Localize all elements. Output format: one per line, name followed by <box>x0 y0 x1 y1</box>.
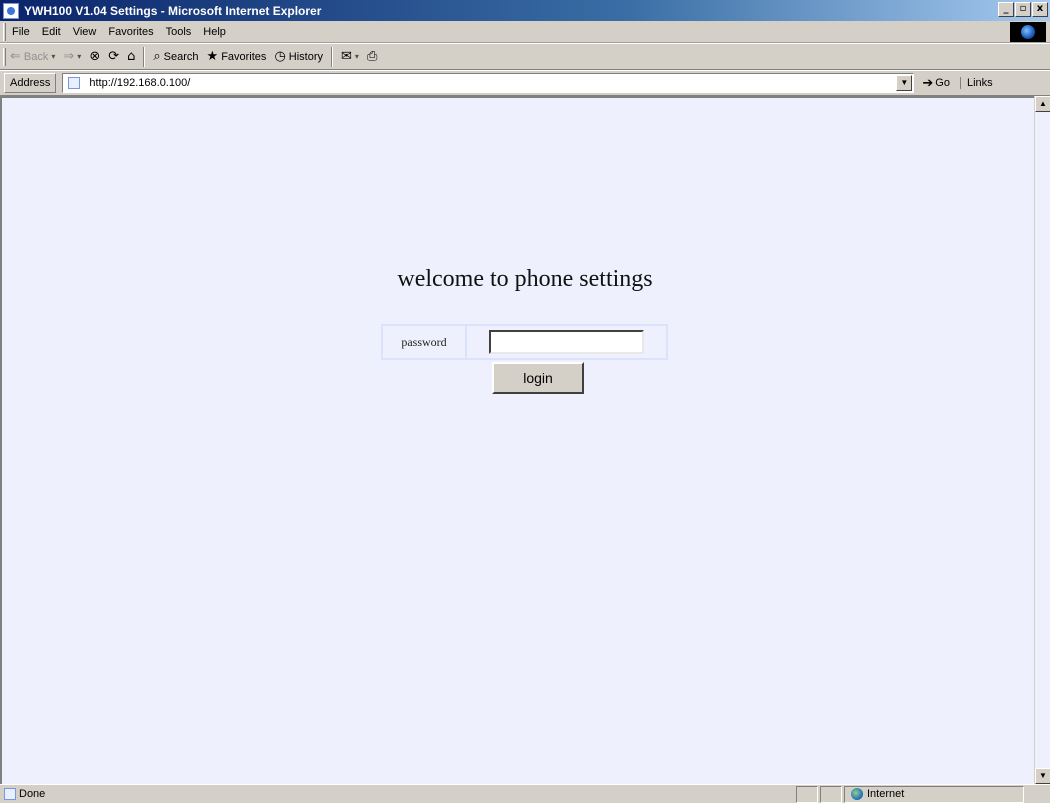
ie-globe-icon <box>1021 25 1035 39</box>
menu-favorites[interactable]: Favorites <box>102 24 159 40</box>
minimize-button[interactable]: _ <box>998 2 1014 17</box>
vertical-scrollbar[interactable]: ▲ ▼ <box>1034 96 1050 784</box>
address-url: http://192.168.0.100/ <box>89 77 191 89</box>
go-label: Go <box>935 77 950 89</box>
mail-dropdown-icon[interactable]: ▾ <box>355 52 359 61</box>
menu-help[interactable]: Help <box>197 24 232 40</box>
security-zone: Internet <box>844 785 1024 803</box>
window-controls: _ ▫ x <box>998 2 1048 17</box>
ie-page-icon <box>3 2 19 19</box>
address-bar: Address http://192.168.0.100/ ▼ ➔ Go Lin… <box>0 70 1050 96</box>
stop-icon: ⊗ <box>89 49 101 64</box>
scroll-down-icon[interactable]: ▼ <box>1035 768 1050 784</box>
password-field[interactable] <box>489 330 644 354</box>
login-button[interactable]: login <box>492 362 584 394</box>
home-icon: ⌂ <box>127 49 136 64</box>
status-bar: Done Internet <box>0 784 1050 803</box>
go-button[interactable]: ➔ Go <box>922 77 950 90</box>
mail-button[interactable]: ✉ ▾ <box>337 50 363 63</box>
status-panel <box>796 785 818 803</box>
title-bar: YWH100 V1.04 Settings - Microsoft Intern… <box>0 0 1050 21</box>
close-button[interactable]: x <box>1032 2 1048 17</box>
refresh-button[interactable]: ⟳ <box>104 50 123 63</box>
refresh-icon: ⟳ <box>108 49 120 64</box>
page-heading: welcome to phone settings <box>397 266 653 292</box>
mail-icon: ✉ <box>341 49 352 64</box>
menu-tools[interactable]: Tools <box>160 24 198 40</box>
menu-edit[interactable]: Edit <box>36 24 67 40</box>
favorites-icon: ★ <box>206 49 219 64</box>
history-label: History <box>288 50 324 63</box>
forward-arrow-icon: ⇒ <box>63 49 75 64</box>
search-label: Search <box>163 50 199 63</box>
maximize-button[interactable]: ▫ <box>1015 2 1031 17</box>
zone-label: Internet <box>867 788 905 800</box>
internet-globe-icon <box>851 788 863 800</box>
address-label: Address <box>4 73 57 93</box>
status-panel <box>820 785 842 803</box>
standard-toolbar: ⇐ Back ▾ ⇒ ▾ ⊗ ⟳ ⌂ ⌕ Search ★ Favorites … <box>0 43 1050 70</box>
home-button[interactable]: ⌂ <box>123 50 139 63</box>
back-arrow-icon: ⇐ <box>10 49 21 64</box>
address-dropdown-icon[interactable]: ▼ <box>896 75 913 91</box>
scroll-up-icon[interactable]: ▲ <box>1035 96 1050 112</box>
favorites-label: Favorites <box>221 50 267 63</box>
menu-file[interactable]: File <box>6 24 36 40</box>
page-content <box>0 96 1050 784</box>
login-form: password <box>381 324 668 360</box>
ie-throbber-logo <box>1010 22 1046 42</box>
password-label: password <box>383 326 467 358</box>
page-icon <box>68 77 81 89</box>
print-button[interactable]: ⎙ <box>363 50 381 63</box>
menu-bar: File Edit View Favorites Tools Help <box>0 21 1050 43</box>
toolbar-separator <box>143 46 146 67</box>
favorites-button[interactable]: ★ Favorites <box>203 50 271 63</box>
go-arrow-icon: ➔ <box>922 75 934 91</box>
status-text-area: Done <box>4 788 794 800</box>
forward-button[interactable]: ⇒ ▾ <box>59 50 85 63</box>
search-button[interactable]: ⌕ Search <box>149 50 202 63</box>
status-text: Done <box>19 788 46 800</box>
stop-button[interactable]: ⊗ <box>85 50 104 63</box>
history-button[interactable]: ◷ History <box>270 50 327 63</box>
links-button[interactable]: Links <box>959 77 993 89</box>
back-button[interactable]: ⇐ Back ▾ <box>6 50 59 63</box>
history-icon: ◷ <box>274 49 286 64</box>
back-dropdown-icon[interactable]: ▾ <box>51 52 55 61</box>
toolbar-separator <box>331 46 334 67</box>
menu-view[interactable]: View <box>67 24 103 40</box>
address-input[interactable]: http://192.168.0.100/ ▼ <box>62 73 915 93</box>
print-icon: ⎙ <box>366 49 378 64</box>
done-page-icon <box>4 788 16 800</box>
window-title: YWH100 V1.04 Settings - Microsoft Intern… <box>24 3 322 18</box>
search-icon: ⌕ <box>153 49 161 64</box>
back-label: Back <box>23 50 49 63</box>
forward-dropdown-icon[interactable]: ▾ <box>77 52 81 61</box>
